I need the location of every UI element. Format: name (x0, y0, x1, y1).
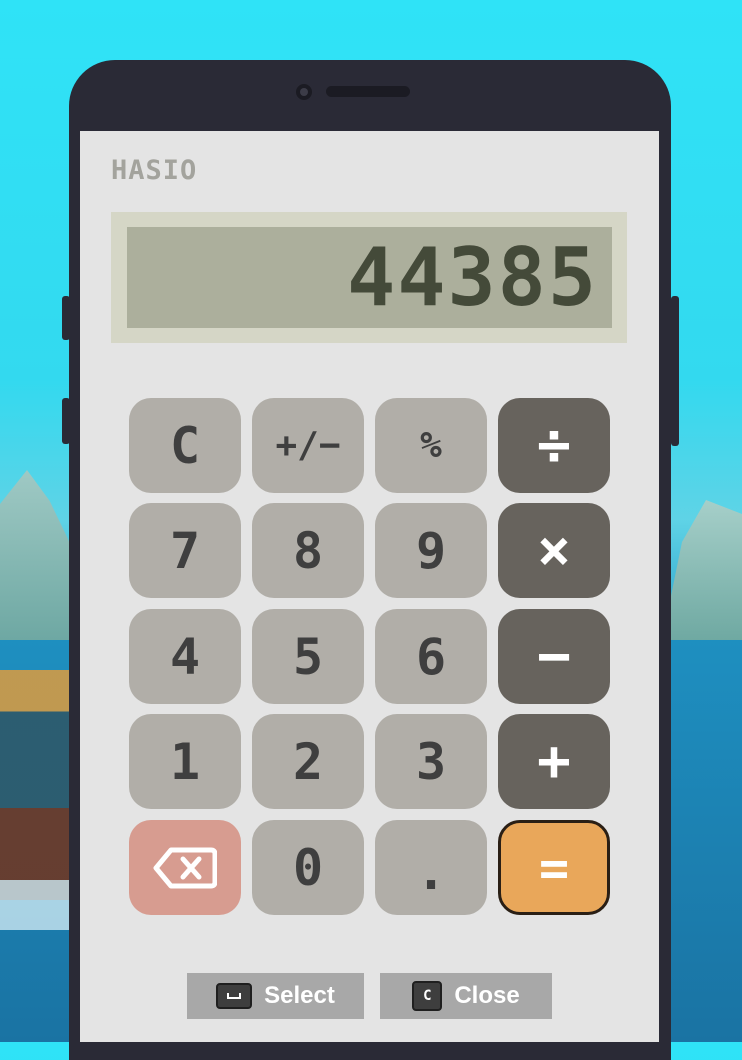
select-hint-label: Select (264, 982, 335, 1009)
space-key-icon (216, 983, 253, 1009)
digit-3-button[interactable]: 3 (375, 714, 487, 809)
select-hint-button[interactable]: Select (187, 973, 364, 1019)
divide-button[interactable]: ÷ (498, 398, 610, 493)
island-right (662, 500, 742, 640)
phone-power-button (671, 296, 679, 446)
display-value: 44385 (347, 231, 598, 324)
subtract-button[interactable]: − (498, 609, 610, 704)
percent-button[interactable]: % (375, 398, 487, 493)
digit-5-button[interactable]: 5 (252, 609, 364, 704)
decimal-button[interactable]: . (375, 820, 487, 915)
digit-1-button[interactable]: 1 (129, 714, 241, 809)
sign-toggle-button[interactable]: +/− (252, 398, 364, 493)
c-key-icon: C (412, 981, 443, 1011)
multiply-button[interactable]: × (498, 503, 610, 598)
digit-6-button[interactable]: 6 (375, 609, 487, 704)
clear-button[interactable]: C (129, 398, 241, 493)
front-camera (296, 84, 312, 100)
equals-button[interactable]: = (498, 820, 610, 915)
digit-7-button[interactable]: 7 (129, 503, 241, 598)
phone-side-button-lower (62, 398, 70, 444)
digit-0-button[interactable]: 0 (252, 820, 364, 915)
earpiece-speaker (326, 86, 410, 97)
digit-4-button[interactable]: 4 (129, 609, 241, 704)
close-hint-button[interactable]: C Close (380, 973, 552, 1019)
digit-8-button[interactable]: 8 (252, 503, 364, 598)
add-button[interactable]: + (498, 714, 610, 809)
backspace-button[interactable] (129, 820, 241, 915)
close-hint-label: Close (454, 982, 520, 1009)
phone-side-button-upper (62, 296, 70, 340)
backspace-icon (153, 846, 217, 890)
lcd-display: 44385 (127, 227, 612, 328)
brand-label: HASIO (111, 155, 198, 186)
digit-9-button[interactable]: 9 (375, 503, 487, 598)
digit-2-button[interactable]: 2 (252, 714, 364, 809)
